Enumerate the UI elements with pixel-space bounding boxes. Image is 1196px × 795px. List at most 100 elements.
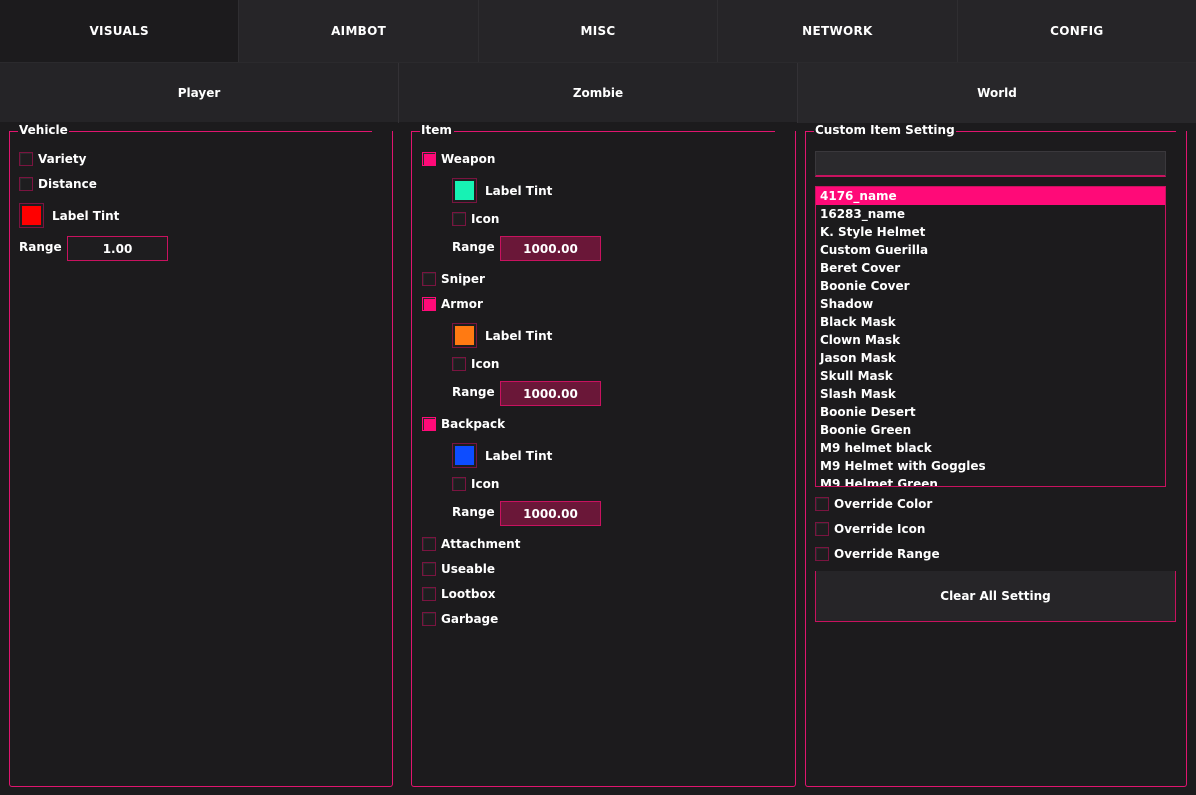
list-item[interactable]: Black Mask [816, 313, 1165, 331]
backpack-tint-label: Label Tint [485, 448, 553, 463]
item-sniper-checkbox[interactable] [422, 272, 436, 286]
item-backpack-label: Backpack [441, 417, 506, 431]
item-backpack-checkbox[interactable] [422, 417, 436, 431]
list-item[interactable]: Skull Mask [816, 367, 1165, 385]
item-lootbox-toggle[interactable]: Lootbox [422, 585, 495, 603]
vehicle-label-tint[interactable]: Label Tint [19, 202, 119, 229]
vehicle-distance-checkbox[interactable] [19, 177, 33, 191]
item-lootbox-checkbox[interactable] [422, 587, 436, 601]
group-border [66, 131, 372, 132]
item-sniper-toggle[interactable]: Sniper [422, 270, 485, 288]
weapon-tint-color [455, 181, 474, 200]
vehicle-distance-toggle[interactable]: Distance [19, 175, 97, 193]
item-attachment-toggle[interactable]: Attachment [422, 535, 520, 553]
list-item[interactable]: Beret Cover [816, 259, 1165, 277]
weapon-icon-checkbox[interactable] [452, 212, 466, 226]
list-item[interactable]: Clown Mask [816, 331, 1165, 349]
main-tab-bar: VISUALS AIMBOT MISC NETWORK CONFIG [0, 0, 1196, 62]
group-border [454, 131, 775, 132]
list-item[interactable]: 16283_name [816, 205, 1165, 223]
item-backpack-toggle[interactable]: Backpack [422, 415, 505, 433]
armor-icon-toggle[interactable]: Icon [452, 355, 499, 373]
weapon-icon-toggle[interactable]: Icon [452, 210, 499, 228]
item-sniper-label: Sniper [441, 272, 485, 286]
tab-aimbot[interactable]: AIMBOT [239, 0, 479, 62]
armor-tint-label: Label Tint [485, 328, 553, 343]
backpack-icon-label: Icon [471, 477, 500, 491]
clear-all-setting-button[interactable]: Clear All Setting [815, 571, 1176, 622]
list-item[interactable]: Custom Guerilla [816, 241, 1165, 259]
custom-item-search-input[interactable] [815, 151, 1166, 177]
list-item[interactable]: M9 Helmet Green [816, 475, 1165, 486]
armor-label-tint[interactable]: Label Tint [452, 322, 552, 349]
backpack-icon-toggle[interactable]: Icon [452, 475, 499, 493]
weapon-tint-label: Label Tint [485, 183, 553, 198]
item-weapon-label: Weapon [441, 152, 496, 166]
armor-icon-checkbox[interactable] [452, 357, 466, 371]
armor-tint-color [455, 326, 474, 345]
vehicle-tint-color [22, 206, 41, 225]
weapon-icon-label: Icon [471, 212, 500, 226]
subtab-world[interactable]: World [798, 63, 1196, 123]
list-item[interactable]: Slash Mask [816, 385, 1165, 403]
group-border [10, 131, 18, 132]
backpack-range-slider[interactable]: 1000.00 [500, 501, 601, 526]
backpack-tint-swatch[interactable] [452, 443, 477, 468]
override-icon-toggle[interactable]: Override Icon [815, 520, 925, 538]
override-icon-checkbox[interactable] [815, 522, 829, 536]
item-armor-toggle[interactable]: Armor [422, 295, 483, 313]
item-attachment-checkbox[interactable] [422, 537, 436, 551]
item-garbage-label: Garbage [441, 612, 499, 626]
list-item[interactable]: M9 helmet black [816, 439, 1165, 457]
tab-visuals[interactable]: VISUALS [0, 0, 240, 62]
backpack-tint-color [455, 446, 474, 465]
list-item[interactable]: 4176_name [816, 187, 1165, 205]
list-item[interactable]: Boonie Green [816, 421, 1165, 439]
item-weapon-checkbox[interactable] [422, 152, 436, 166]
armor-range-slider[interactable]: 1000.00 [500, 381, 601, 406]
list-item[interactable]: Shadow [816, 295, 1165, 313]
backpack-icon-checkbox[interactable] [452, 477, 466, 491]
list-item[interactable]: Boonie Cover [816, 277, 1165, 295]
vehicle-variety-label: Variety [38, 152, 87, 166]
subtab-player[interactable]: Player [0, 63, 399, 123]
vehicle-tint-swatch[interactable] [19, 203, 44, 228]
item-useable-toggle[interactable]: Useable [422, 560, 495, 578]
weapon-range-slider[interactable]: 1000.00 [500, 236, 601, 261]
list-item[interactable]: Boonie Desert [816, 403, 1165, 421]
group-border [806, 131, 814, 132]
tab-misc[interactable]: MISC [478, 0, 719, 62]
override-range-checkbox[interactable] [815, 547, 829, 561]
vehicle-range-input[interactable]: 1.00 [67, 236, 168, 261]
item-useable-checkbox[interactable] [422, 562, 436, 576]
vehicle-range-label: Range [19, 240, 62, 254]
override-color-checkbox[interactable] [815, 497, 829, 511]
vehicle-variety-toggle[interactable]: Variety [19, 150, 86, 168]
item-garbage-checkbox[interactable] [422, 612, 436, 626]
tab-config[interactable]: CONFIG [957, 0, 1196, 62]
list-item[interactable]: Jason Mask [816, 349, 1165, 367]
weapon-label-tint[interactable]: Label Tint [452, 177, 552, 204]
item-garbage-toggle[interactable]: Garbage [422, 610, 498, 628]
armor-tint-swatch[interactable] [452, 323, 477, 348]
custom-item-list[interactable]: 4176_name 16283_name K. Style Helmet Custom… [815, 186, 1166, 487]
item-attachment-label: Attachment [441, 537, 521, 551]
item-armor-checkbox[interactable] [422, 297, 436, 311]
list-item[interactable]: K. Style Helmet [816, 223, 1165, 241]
item-group-title: Item [420, 123, 453, 137]
item-weapon-toggle[interactable]: Weapon [422, 150, 495, 168]
override-range-toggle[interactable]: Override Range [815, 545, 940, 563]
vehicle-group: Vehicle [9, 123, 393, 787]
list-item[interactable]: M9 Helmet with Goggles [816, 457, 1165, 475]
vehicle-tint-label: Label Tint [52, 208, 120, 223]
item-lootbox-label: Lootbox [441, 587, 496, 601]
vehicle-variety-checkbox[interactable] [19, 152, 33, 166]
backpack-label-tint[interactable]: Label Tint [452, 442, 552, 469]
vehicle-group-title: Vehicle [18, 123, 69, 137]
override-color-toggle[interactable]: Override Color [815, 495, 932, 513]
tab-network[interactable]: NETWORK [718, 0, 958, 62]
group-border [942, 131, 1176, 132]
custom-group-title: Custom Item Setting [814, 123, 956, 137]
weapon-tint-swatch[interactable] [452, 178, 477, 203]
subtab-zombie[interactable]: Zombie [399, 63, 798, 123]
